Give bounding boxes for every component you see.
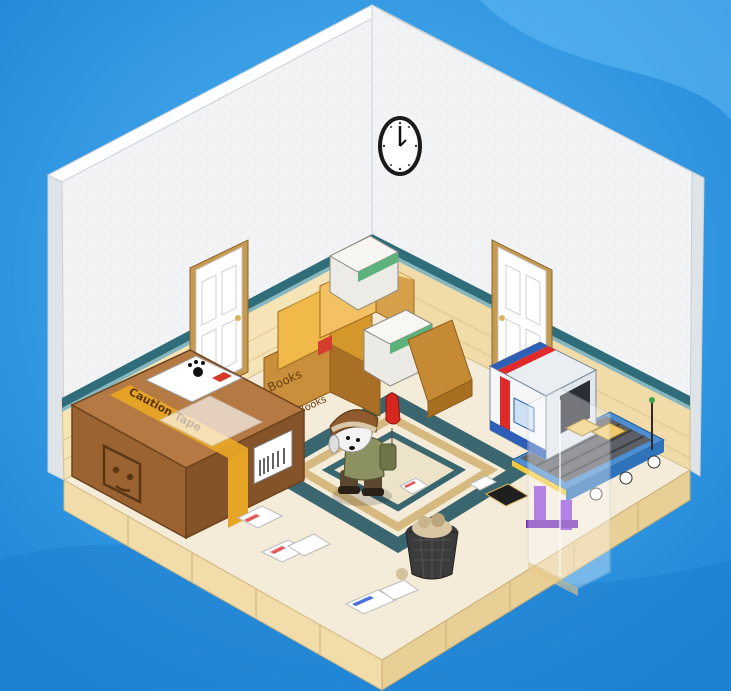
isometric-room-scene: Books Books Caution Tape xyxy=(0,0,731,691)
wall-clock-icon[interactable] xyxy=(378,116,422,176)
door-knob xyxy=(235,315,241,321)
door-knob xyxy=(499,315,505,321)
glass-door-portal[interactable] xyxy=(527,387,611,596)
